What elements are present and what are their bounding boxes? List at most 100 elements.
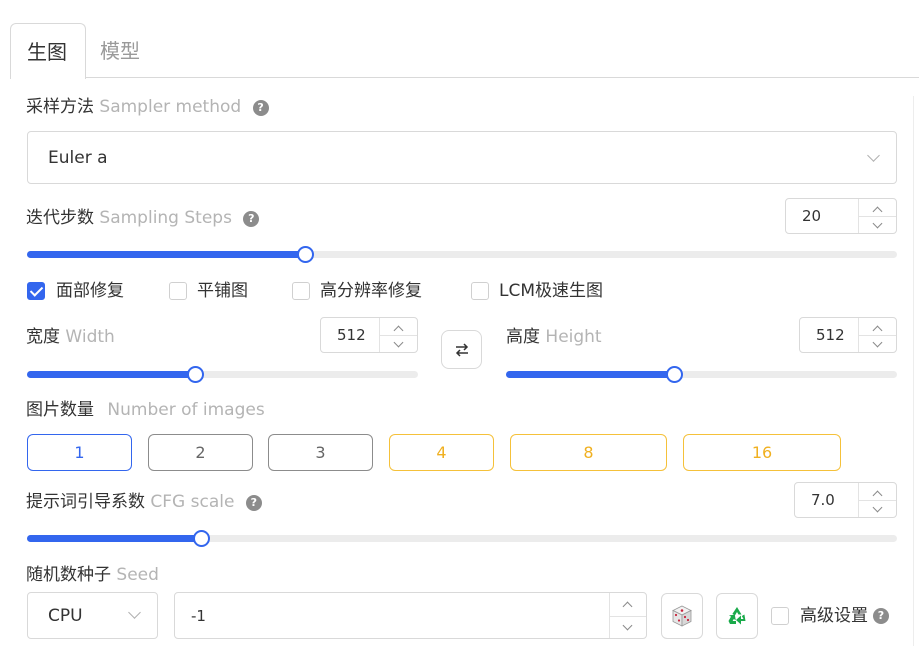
increment-arrow-icon[interactable]	[393, 325, 404, 336]
steps-slider-fill	[27, 251, 305, 258]
cfg-slider-fill	[27, 535, 201, 542]
sampler-label: 采样方法 Sampler method ?	[26, 96, 269, 118]
dice-icon	[672, 605, 692, 627]
hires-fix-label: 高分辨率修复	[320, 281, 422, 301]
cfg-label-cn: 提示词引导系数	[26, 492, 145, 512]
tab-models[interactable]: 模型	[100, 39, 140, 63]
num-images-option-2[interactable]: 2	[148, 434, 253, 471]
width-stepper-buttons	[379, 318, 417, 352]
stepper-divider	[859, 335, 896, 336]
sampler-label-cn: 采样方法	[26, 97, 94, 117]
stepper-divider	[380, 335, 417, 336]
face-restore-label: 面部修复	[56, 281, 124, 301]
decrement-arrow-icon[interactable]	[622, 620, 633, 631]
increment-arrow-icon[interactable]	[872, 490, 883, 501]
lcm-label: LCM极速生图	[499, 281, 604, 301]
seed-stepper-buttons	[609, 593, 646, 638]
sampler-help-icon[interactable]: ?	[252, 100, 269, 116]
num-images-option-8[interactable]: 8	[510, 434, 667, 471]
stepper-divider	[610, 616, 646, 617]
steps-value: 20	[802, 207, 822, 225]
seed-device-select[interactable]: CPU	[27, 592, 158, 639]
height-slider-fill	[506, 371, 674, 378]
cfg-stepper-buttons	[858, 483, 896, 517]
cfg-slider[interactable]	[27, 530, 897, 547]
width-label-cn: 宽度	[26, 327, 60, 347]
random-seed-button[interactable]	[661, 593, 703, 639]
stepper-divider	[859, 216, 896, 217]
advanced-settings-label: 高级设置	[800, 606, 868, 626]
seed-input[interactable]: -1	[174, 592, 647, 639]
steps-label: 迭代步数 Sampling Steps ?	[26, 207, 260, 229]
decrement-arrow-icon[interactable]	[393, 337, 404, 348]
width-value: 512	[337, 326, 366, 344]
height-label-cn: 高度	[506, 327, 540, 347]
increment-arrow-icon[interactable]	[872, 325, 883, 336]
increment-arrow-icon[interactable]	[622, 601, 633, 612]
steps-help-icon[interactable]: ?	[243, 211, 260, 227]
tabbar-divider	[86, 77, 919, 78]
swap-arrows-icon	[455, 342, 468, 357]
cfg-stepper[interactable]: 7.0	[794, 482, 897, 518]
width-label: 宽度 Width	[26, 326, 115, 348]
seed-device-value: CPU	[48, 605, 83, 626]
height-label-en: Height	[545, 327, 602, 347]
height-label: 高度 Height	[506, 326, 602, 348]
width-slider-fill	[27, 371, 195, 378]
num-images-label: 图片数量 Number of images	[26, 399, 265, 421]
increment-arrow-icon[interactable]	[872, 206, 883, 217]
steps-stepper-buttons	[858, 199, 896, 233]
stepper-divider	[859, 500, 896, 501]
sampler-label-en: Sampler method	[99, 97, 242, 117]
steps-stepper[interactable]: 20	[785, 198, 897, 234]
decrement-arrow-icon[interactable]	[872, 502, 883, 513]
chevron-down-icon	[128, 606, 141, 619]
tab-generate[interactable]: 生图	[10, 23, 86, 79]
num-images-option-16[interactable]: 16	[683, 434, 841, 471]
tiling-label: 平铺图	[197, 281, 248, 301]
recycle-icon	[728, 607, 746, 625]
num-images-label-cn: 图片数量	[26, 400, 94, 420]
steps-label-en: Sampling Steps	[99, 208, 232, 228]
decrement-arrow-icon[interactable]	[872, 218, 883, 229]
height-slider[interactable]	[506, 366, 897, 383]
swap-dimensions-button[interactable]	[441, 330, 482, 369]
tab-generate-label: 生图	[27, 40, 67, 64]
advanced-settings-checkbox[interactable]	[771, 607, 789, 625]
height-stepper[interactable]: 512	[799, 317, 897, 353]
seed-label: 随机数种子 Seed	[26, 564, 159, 586]
sampler-select-value: Euler a	[48, 147, 108, 168]
width-stepper[interactable]: 512	[320, 317, 418, 353]
lcm-checkbox[interactable]	[471, 282, 489, 300]
decrement-arrow-icon[interactable]	[872, 337, 883, 348]
height-slider-thumb[interactable]	[666, 366, 683, 383]
steps-slider-thumb[interactable]	[297, 246, 314, 263]
num-images-option-3[interactable]: 3	[268, 434, 373, 471]
num-images-option-1[interactable]: 1	[27, 434, 132, 471]
width-label-en: Width	[65, 327, 115, 347]
advanced-help-icon[interactable]: ?	[873, 608, 889, 624]
steps-label-cn: 迭代步数	[26, 208, 94, 228]
num-images-label-en: Number of images	[107, 400, 265, 420]
panel-scrollbar[interactable]	[913, 96, 919, 646]
steps-slider[interactable]	[27, 246, 897, 263]
seed-label-cn: 随机数种子	[26, 565, 111, 585]
hires-fix-checkbox[interactable]	[292, 282, 310, 300]
num-images-option-4[interactable]: 4	[389, 434, 494, 471]
width-slider-thumb[interactable]	[187, 366, 204, 383]
reuse-seed-button[interactable]	[716, 593, 758, 639]
height-stepper-buttons	[858, 318, 896, 352]
cfg-label: 提示词引导系数 CFG scale ?	[26, 491, 262, 513]
face-restore-checkbox[interactable]	[27, 282, 45, 300]
cfg-value: 7.0	[811, 491, 835, 509]
cfg-help-icon[interactable]: ?	[245, 495, 262, 511]
width-slider[interactable]	[27, 366, 418, 383]
tiling-checkbox[interactable]	[169, 282, 187, 300]
chevron-down-icon	[867, 149, 880, 162]
cfg-slider-thumb[interactable]	[193, 530, 210, 547]
cfg-label-en: CFG scale	[150, 492, 235, 512]
seed-value: -1	[191, 606, 206, 625]
height-value: 512	[816, 326, 845, 344]
sampler-select[interactable]: Euler a	[27, 131, 897, 184]
seed-label-en: Seed	[116, 565, 159, 585]
